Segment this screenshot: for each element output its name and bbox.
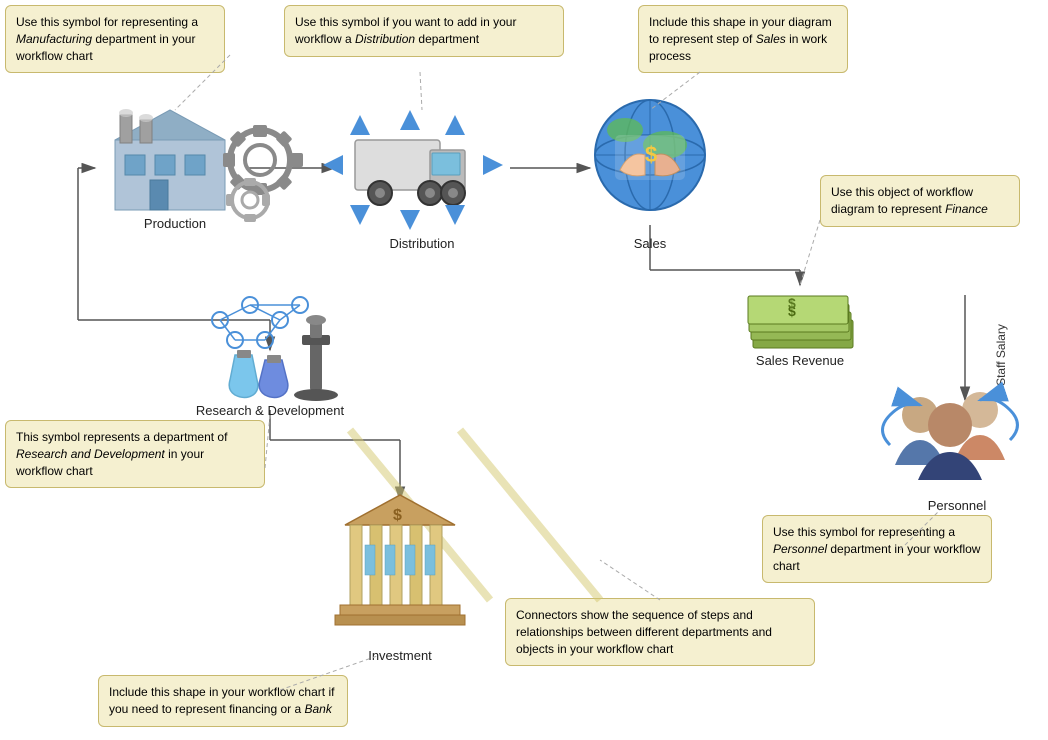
diagram-canvas: Staff Salary	[0, 0, 1048, 740]
distribution-icon	[323, 110, 503, 230]
investment-label: Investment	[368, 648, 432, 663]
personnel-label: Personnel	[928, 498, 987, 513]
staff-salary-label: Staff Salary	[994, 324, 1008, 386]
svg-text:$: $	[788, 295, 796, 311]
investment-icon: $	[335, 495, 465, 625]
personnel-icon	[883, 392, 1018, 480]
svg-text:$: $	[393, 507, 402, 524]
sales-revenue-label: Sales Revenue	[756, 353, 844, 368]
production-icon	[115, 109, 303, 222]
production-label: Production	[144, 216, 206, 231]
sales-icon: $	[595, 100, 705, 210]
distribution-label: Distribution	[389, 236, 454, 251]
svg-text:$: $	[645, 142, 657, 167]
sales-label: Sales	[634, 236, 667, 251]
rd-icon	[212, 297, 338, 401]
sales-revenue-icon: $ $	[748, 295, 853, 348]
